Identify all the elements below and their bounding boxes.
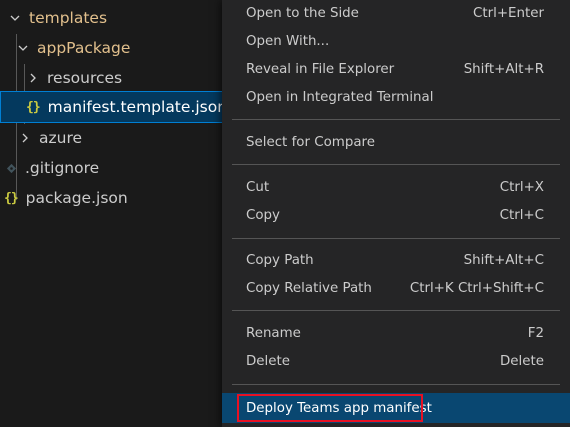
chevron-down-icon: [8, 11, 22, 25]
chevron-right-icon: [26, 71, 40, 85]
menu-item-shortcut: Ctrl+C: [499, 207, 544, 223]
menu-item-label: Open in Integrated Terminal: [246, 89, 434, 105]
menu-item-label: Copy Relative Path: [246, 280, 372, 296]
menu-item-open-to-side[interactable]: Open to the Side Ctrl+Enter: [222, 0, 570, 27]
menu-item-label: Reveal in File Explorer: [246, 61, 395, 77]
menu-item-label: Delete: [246, 353, 290, 369]
tree-item-package-json[interactable]: {} package.json: [0, 183, 234, 213]
menu-item-reveal-in-file-explorer[interactable]: Reveal in File Explorer Shift+Alt+R: [222, 55, 570, 83]
menu-item-shortcut: Ctrl+X: [499, 179, 544, 195]
menu-item-shortcut: F2: [527, 325, 544, 341]
menu-separator: [232, 310, 560, 311]
menu-item-shortcut: Shift+Alt+R: [463, 61, 544, 77]
tree-item-label: templates: [29, 9, 108, 27]
menu-item-copy-relative-path[interactable]: Copy Relative Path Ctrl+K Ctrl+Shift+C: [222, 274, 570, 302]
menu-separator: [232, 384, 560, 385]
menu-item-shortcut: Delete: [500, 353, 544, 369]
menu-item-label: Open With...: [246, 33, 330, 49]
menu-item-label: Rename: [246, 325, 301, 341]
tree-item-manifest-template-json[interactable]: {} manifest.template.json: [0, 91, 234, 123]
tree-item-resources[interactable]: resources: [0, 63, 234, 93]
tree-item-label: .gitignore: [25, 159, 100, 177]
menu-separator: [232, 238, 560, 239]
menu-item-label: Copy Path: [246, 252, 314, 268]
json-file-icon: {}: [4, 190, 19, 206]
tree-item-label: appPackage: [37, 39, 131, 57]
tree-item-label: azure: [39, 129, 83, 147]
menu-item-label: Select for Compare: [246, 134, 375, 150]
tree-item-azure[interactable]: azure: [0, 123, 234, 153]
menu-item-open-in-terminal[interactable]: Open in Integrated Terminal: [222, 83, 570, 111]
menu-item-label: Deploy Teams app manifest: [246, 400, 432, 416]
menu-item-deploy-teams-app-manifest[interactable]: Deploy Teams app manifest: [222, 393, 570, 423]
menu-item-label: Copy: [246, 207, 280, 223]
chevron-down-icon: [16, 41, 30, 55]
menu-item-shortcut: Ctrl+Enter: [473, 5, 544, 21]
explorer-tree: templates appPackage resources {} manife…: [0, 0, 234, 427]
menu-separator: [232, 119, 560, 120]
tree-item-label: manifest.template.json: [47, 98, 228, 116]
menu-item-open-with[interactable]: Open With...: [222, 27, 570, 55]
context-menu: Open to the Side Ctrl+Enter Open With...…: [222, 0, 570, 427]
git-file-icon: [5, 161, 17, 175]
tree-item-apppackage[interactable]: appPackage: [0, 33, 234, 63]
vscode-window: templates appPackage resources {} manife…: [0, 0, 570, 427]
menu-item-select-for-compare[interactable]: Select for Compare: [222, 128, 570, 156]
tree-item-gitignore[interactable]: .gitignore: [0, 153, 234, 183]
tree-item-templates[interactable]: templates: [0, 3, 234, 33]
chevron-right-icon: [18, 131, 32, 145]
json-file-icon: {}: [26, 99, 41, 115]
menu-item-shortcut: Ctrl+K Ctrl+Shift+C: [409, 280, 544, 296]
menu-item-label: Cut: [246, 179, 270, 195]
menu-item-cut[interactable]: Cut Ctrl+X: [222, 173, 570, 201]
tree-item-label: package.json: [25, 189, 128, 207]
menu-item-delete[interactable]: Delete Delete: [222, 347, 570, 375]
tree-item-label: resources: [47, 69, 123, 87]
menu-item-copy[interactable]: Copy Ctrl+C: [222, 201, 570, 229]
menu-item-rename[interactable]: Rename F2: [222, 319, 570, 347]
menu-item-shortcut: Shift+Alt+C: [463, 252, 544, 268]
menu-separator: [232, 164, 560, 165]
menu-item-label: Open to the Side: [246, 5, 359, 21]
menu-item-copy-path[interactable]: Copy Path Shift+Alt+C: [222, 246, 570, 274]
